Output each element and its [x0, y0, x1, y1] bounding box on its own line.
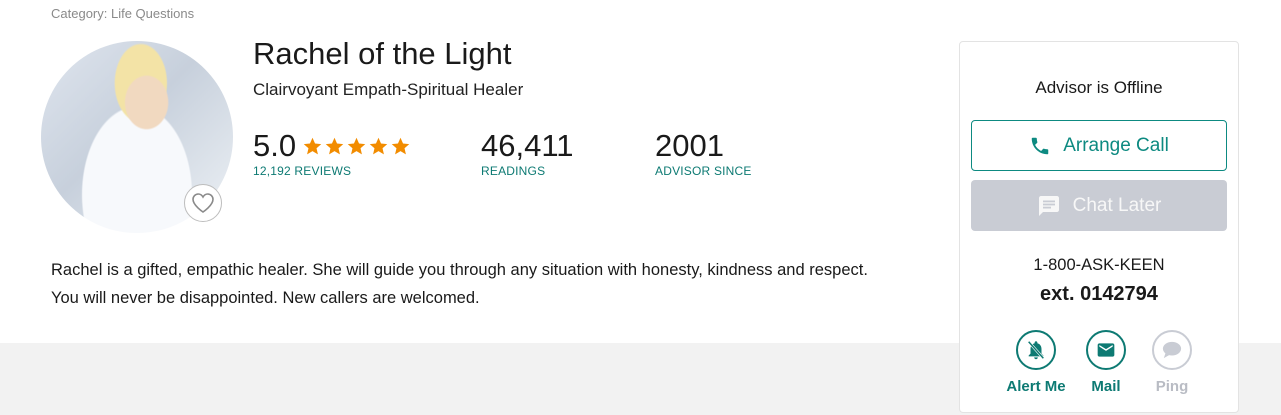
chat-bubble-icon — [1161, 340, 1183, 360]
contact-panel: Advisor is Offline Arrange Call Chat Lat… — [959, 41, 1239, 413]
message-icon — [1037, 194, 1061, 218]
mail-icon — [1096, 340, 1116, 360]
bio-line: You will never be disappointed. New call… — [51, 289, 480, 307]
readings-stat: 46,411 READINGS — [481, 128, 574, 178]
bell-off-icon — [1025, 339, 1047, 361]
star-rating — [302, 136, 412, 157]
readings-label: READINGS — [481, 164, 546, 178]
star-icon — [369, 137, 388, 154]
since-label: ADVISOR SINCE — [655, 164, 752, 178]
star-icon — [347, 137, 366, 154]
phone-extension: ext. 0142794 — [1040, 283, 1158, 305]
star-icon — [325, 137, 344, 154]
ping-label: Ping — [1155, 378, 1189, 395]
readings-value: 46,411 — [481, 128, 574, 163]
arrange-call-button[interactable]: Arrange Call — [971, 120, 1227, 171]
phone-number: 1-800-ASK-KEEN — [1033, 256, 1165, 274]
alert-me-button[interactable]: Alert Me — [996, 330, 1076, 395]
breadcrumb: Category: Life Questions — [51, 6, 195, 21]
since-stat: 2001 ADVISOR SINCE — [655, 128, 752, 178]
chat-later-button[interactable]: Chat Later — [971, 180, 1227, 231]
advisor-name: Rachel of the Light — [253, 36, 512, 71]
ping-button[interactable]: Ping — [1132, 330, 1212, 395]
reviews-link[interactable]: 12,192 REVIEWS — [253, 164, 412, 178]
bio-line: Rachel is a gifted, empathic healer. She… — [51, 261, 868, 279]
advisor-bio: Rachel is a gifted, empathic healer. She… — [51, 256, 941, 312]
alert-me-label: Alert Me — [1006, 378, 1066, 395]
chat-later-label: Chat Later — [1072, 194, 1162, 216]
phone-icon — [1029, 135, 1051, 157]
star-icon — [391, 137, 410, 154]
rating-value: 5.0 — [253, 128, 297, 163]
advisor-title: Clairvoyant Empath-Spiritual Healer — [253, 80, 524, 99]
since-value: 2001 — [655, 128, 724, 163]
availability-status: Advisor is Offline — [1035, 78, 1163, 97]
rating-stat: 5.0 12,192 REVIEWS — [253, 128, 412, 178]
heart-icon — [191, 192, 215, 214]
arrange-call-label: Arrange Call — [1063, 134, 1169, 156]
star-icon — [303, 137, 322, 154]
favorite-button[interactable] — [184, 184, 222, 222]
